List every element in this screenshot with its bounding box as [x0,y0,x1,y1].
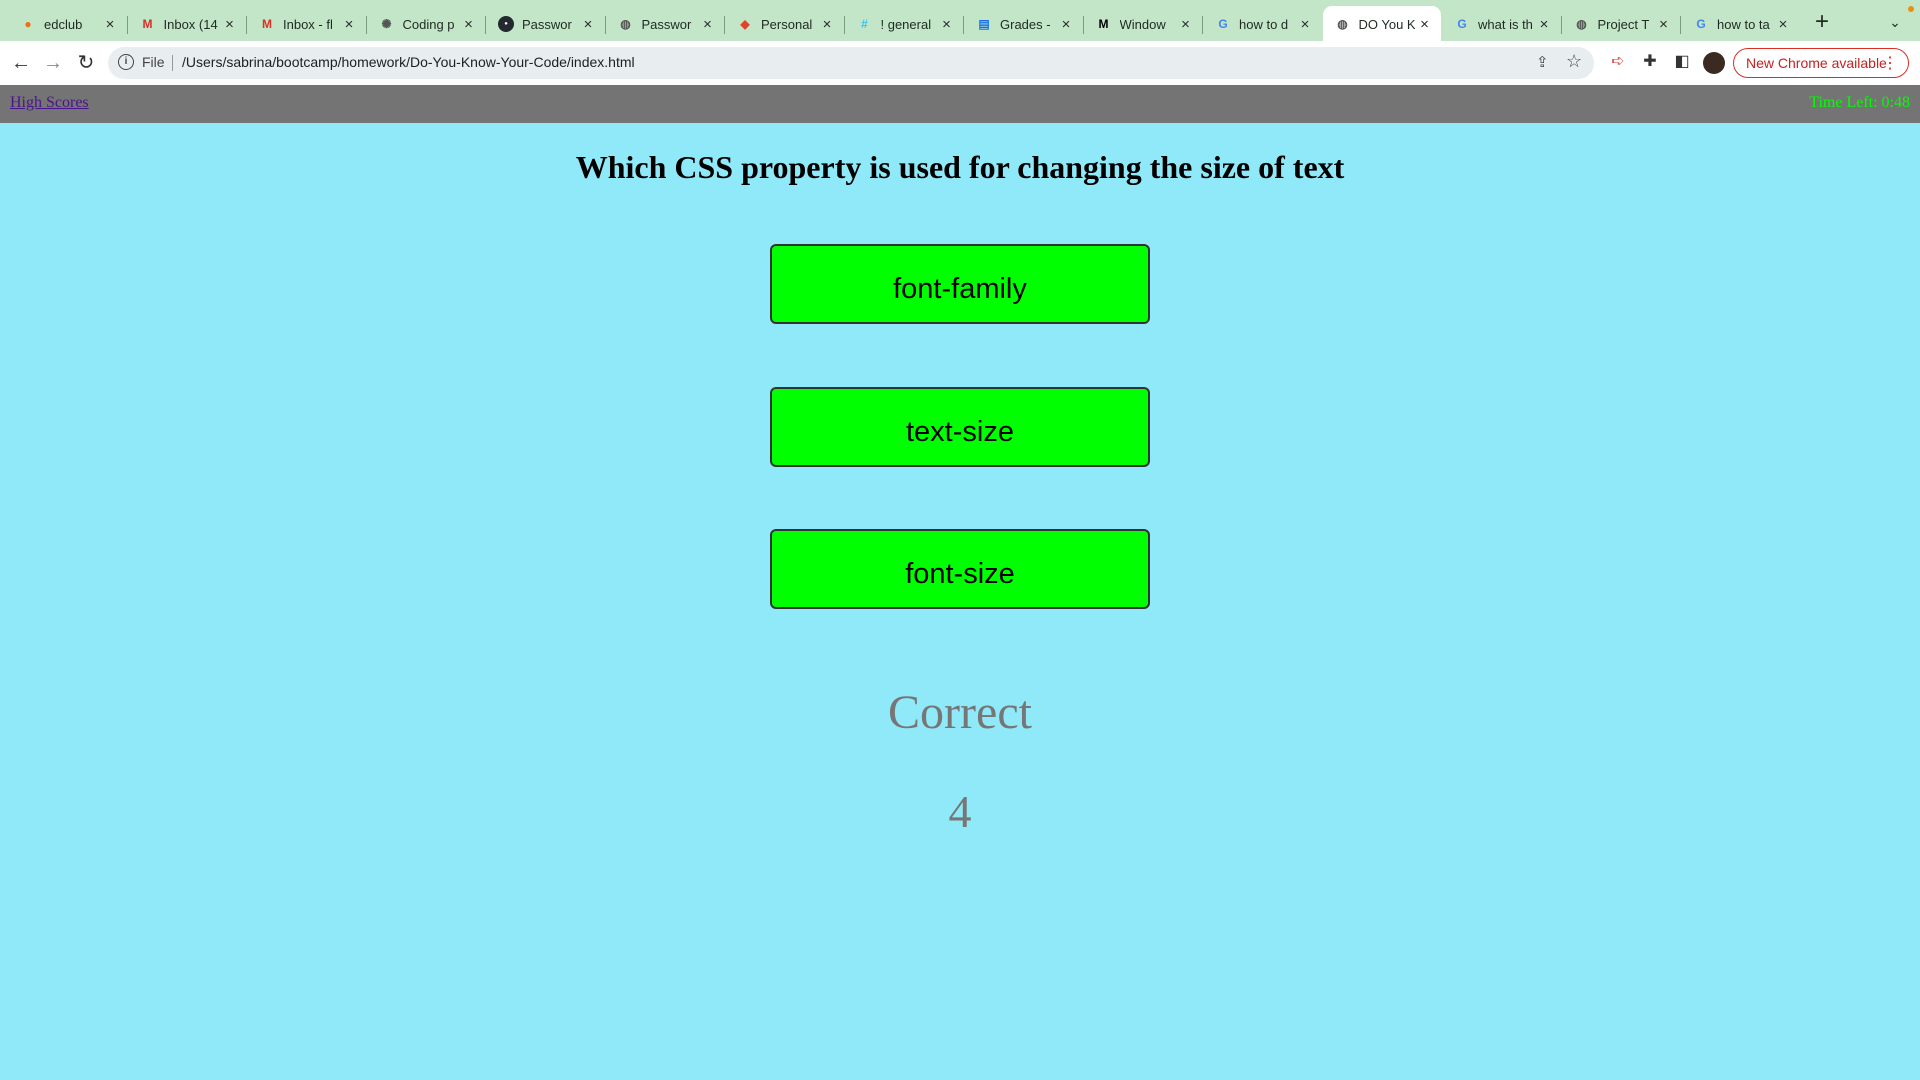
browser-tab[interactable]: ◆ Personal × [725,6,843,42]
tab-title: how to d [1239,16,1289,32]
score-display: 4 [948,786,972,837]
quiz-header: High Scores Time Left: 0:48 [0,85,1920,123]
browser-tab[interactable]: Gwhat is th × [1442,6,1560,42]
close-tab-icon[interactable]: × [819,16,835,33]
google-icon: G [1457,17,1467,31]
browser-tab[interactable]: M Inbox - fl × [247,6,365,42]
extension-arrow-icon[interactable]: ➪ [1607,51,1629,73]
tab-title: what is th [1478,16,1533,32]
extensions-puzzle-icon[interactable]: ✚ [1639,51,1661,73]
close-tab-icon[interactable]: × [102,16,118,33]
back-arrow-icon[interactable]: ← [7,49,35,77]
browser-tab[interactable]: ▤ Grades - × [964,6,1082,42]
reload-icon[interactable]: ↻ [72,49,100,77]
quiz-page: High Scores Time Left: 0:48 Which CSS pr… [0,85,1920,1080]
tab-title: Passwor [641,16,692,32]
document-icon: ▤ [978,17,990,31]
answer-feedback: Correct [888,686,1032,739]
tab-title: Inbox (14 [163,16,218,32]
browser-tab[interactable]: ● edclub × [8,6,126,42]
browser-tab[interactable]: ◍ Passwor × [606,6,724,42]
site-info-icon[interactable]: i [118,54,134,70]
close-tab-icon[interactable]: × [1656,16,1672,33]
close-tab-icon[interactable]: × [939,16,955,33]
omnibox-divider [172,55,173,71]
tab-title: Personal [761,16,813,32]
bookmark-star-icon[interactable]: ☆ [1566,51,1582,72]
gitlab-icon: ◆ [740,17,750,31]
profile-avatar[interactable] [1703,52,1725,74]
browser-tab[interactable]: ● Passwor × [486,6,604,42]
close-tab-icon[interactable]: × [1417,16,1433,33]
close-tab-icon[interactable]: × [700,16,716,33]
chrome-update-label: New Chrome available [1746,55,1887,71]
tab-search-chevron-icon[interactable]: ⌄ [1883,10,1907,34]
browser-tab[interactable]: Ghow to d × [1203,6,1321,42]
edclub-icon: ● [24,17,32,31]
browser-tab[interactable]: ◍ Project T × [1562,6,1680,42]
github-icon: ● [498,16,514,32]
answer-button-1[interactable]: font-family [770,244,1150,324]
browser-tab[interactable]: ✺ Coding p × [367,6,485,42]
tab-title: edclub [44,16,83,32]
high-scores-link[interactable]: High Scores [10,94,89,112]
forward-arrow-icon[interactable]: → [39,49,67,77]
answer-button-3[interactable]: font-size [770,529,1150,609]
browser-tab[interactable]: ◍ DO You K × [1322,6,1441,42]
close-tab-icon[interactable]: × [222,16,238,33]
share-icon[interactable]: ⇪ [1536,53,1549,71]
slack-icon: # [861,17,868,31]
close-tab-icon[interactable]: × [341,16,357,33]
tab-title: Window [1119,16,1166,32]
new-tab-button[interactable]: + [1808,8,1836,36]
url-text[interactable]: /Users/sabrina/bootcamp/homework/Do-You-… [182,54,635,70]
time-left-counter: Time Left: 0:48 [1809,94,1910,111]
google-icon: G [1218,17,1228,31]
tab-title: Project T [1597,16,1650,32]
globe-icon: ◍ [620,17,631,31]
browser-tab[interactable]: Ghow to ta × [1681,6,1799,42]
globe-icon: ◍ [1576,17,1587,31]
close-tab-icon[interactable]: × [1536,16,1552,33]
close-tab-icon[interactable]: × [1058,16,1074,33]
answer-button-2[interactable]: text-size [770,387,1150,467]
browser-tab[interactable]: M Window × [1084,6,1202,42]
openai-icon: ✺ [381,17,392,31]
tab-title: DO You K [1358,16,1416,32]
close-tab-icon[interactable]: × [1297,16,1313,33]
address-bar[interactable]: i File /Users/sabrina/bootcamp/homework/… [108,47,1594,79]
side-panel-icon[interactable]: ◧ [1671,51,1693,73]
tab-strip: + ⌄ ● edclub × M Inbox (14 × M Inbox - fl × ✺ Codi… [0,0,1920,42]
tab-title: Inbox - fl [283,16,333,32]
close-tab-icon[interactable]: × [461,16,477,33]
url-scheme-label: File [142,54,165,70]
close-tab-icon[interactable]: × [1775,16,1791,33]
close-tab-icon[interactable]: × [580,16,596,33]
update-dot-icon [1908,6,1914,12]
tab-title: how to ta [1717,16,1770,32]
globe-icon: ◍ [1337,17,1348,31]
chrome-update-button[interactable]: New Chrome available ⋮ [1733,48,1909,78]
kebab-menu-icon[interactable]: ⋮ [1882,53,1898,73]
gmail-icon: M [142,17,153,31]
tab-title: Coding p [402,16,455,32]
browser-toolbar: ← → ↻ i File /Users/sabrina/bootcamp/hom… [0,41,1920,85]
browser-tab[interactable]: M Inbox (14 × [128,6,246,42]
browser-tab[interactable]: # ! general × [845,6,963,42]
question-heading: Which CSS property is used for changing … [575,149,1345,185]
tab-title: ! general [880,16,932,32]
close-tab-icon[interactable]: × [1178,16,1194,33]
tab-title: Grades - [1000,16,1051,32]
gmail-icon: M [262,17,272,31]
medium-icon: M [1098,17,1109,31]
tab-title: Passwor [522,16,572,32]
google-icon: G [1696,17,1706,31]
